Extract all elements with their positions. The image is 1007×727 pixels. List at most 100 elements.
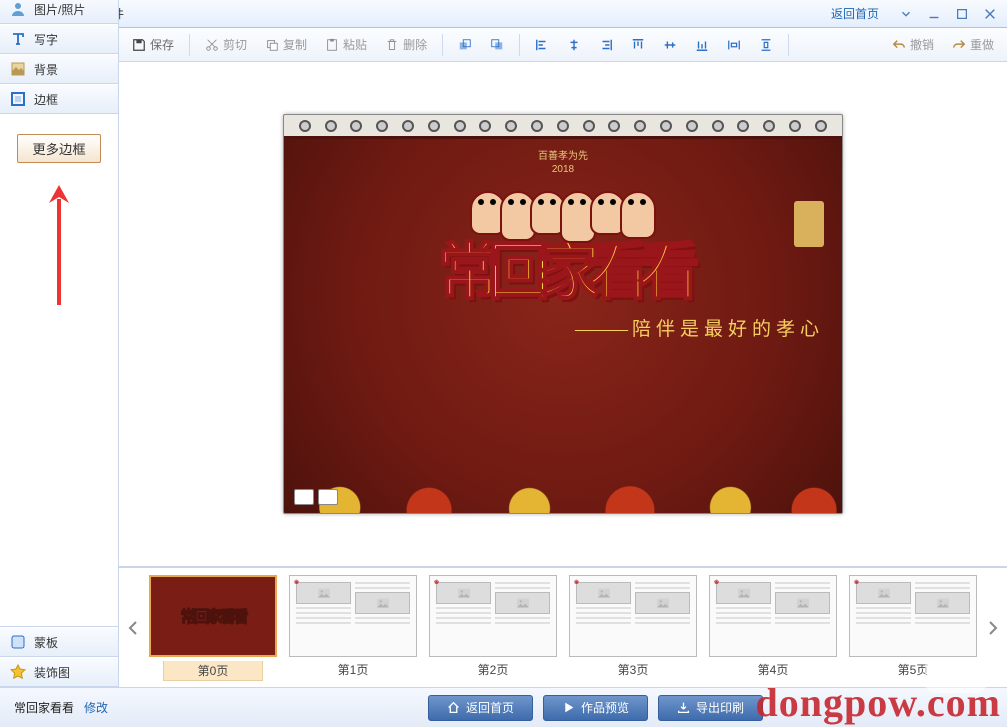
sidebar-item-label: 蒙板 bbox=[34, 634, 58, 651]
thumb-label: 第5页 bbox=[898, 661, 929, 678]
align-bottom-icon bbox=[695, 38, 709, 52]
play-icon bbox=[562, 701, 575, 714]
maximize-icon[interactable] bbox=[951, 4, 973, 24]
background-icon bbox=[10, 61, 26, 77]
align-top-button[interactable] bbox=[624, 32, 652, 58]
footer-preview-button[interactable]: 作品预览 bbox=[543, 695, 648, 721]
save-icon bbox=[132, 38, 146, 52]
paste-icon bbox=[325, 38, 339, 52]
align-hcenter-icon bbox=[567, 38, 581, 52]
copy-icon bbox=[265, 38, 279, 52]
align-vcenter-button[interactable] bbox=[656, 32, 684, 58]
thumb-label: 第0页 bbox=[163, 661, 264, 681]
sidebar-item-label: 图片/照片 bbox=[34, 1, 85, 18]
edit-project-link[interactable]: 修改 bbox=[84, 699, 108, 716]
dist-v-button[interactable] bbox=[752, 32, 780, 58]
page-thumb[interactable]: ❀ 第3页 bbox=[569, 575, 697, 681]
main-area: 保存 剪切 复制 粘贴 删除 撤销 重做 bbox=[119, 28, 1007, 687]
footer-export-button[interactable]: 导出印刷 bbox=[658, 695, 763, 721]
redo-icon bbox=[952, 38, 966, 52]
cut-button[interactable]: 剪切 bbox=[198, 32, 254, 58]
thumb-label: 第3页 bbox=[618, 661, 649, 678]
page-thumb[interactable]: ❀ 第2页 bbox=[429, 575, 557, 681]
bring-front-icon bbox=[458, 38, 472, 52]
sidebar-item-label: 背景 bbox=[34, 61, 58, 78]
canvas-viewport[interactable]: 百善孝为先 2018 常回家看看 ———陪伴是最好的孝心 bbox=[119, 62, 1007, 567]
page-thumb[interactable]: ❀ 第1页 bbox=[289, 575, 417, 681]
project-name: 常回家看看 bbox=[14, 699, 74, 716]
strip-prev-button[interactable] bbox=[123, 574, 143, 681]
thumb-page: ❀ bbox=[429, 575, 557, 657]
sidebar: 图片/照片 写字 背景 边框 更多边框 蒙板 装饰图 bbox=[0, 0, 119, 687]
text-icon bbox=[10, 31, 26, 47]
dist-v-icon bbox=[759, 38, 773, 52]
sidebar-item-photos[interactable]: 图片/照片 bbox=[0, 0, 118, 24]
thumb-label: 第2页 bbox=[478, 661, 509, 678]
window-menu-icon[interactable] bbox=[895, 4, 917, 24]
dist-h-icon bbox=[727, 38, 741, 52]
canvas-family-illustration bbox=[473, 191, 653, 243]
sidebar-item-label: 边框 bbox=[34, 91, 58, 108]
save-button[interactable]: 保存 bbox=[125, 32, 181, 58]
align-bottom-button[interactable] bbox=[688, 32, 716, 58]
undo-button[interactable]: 撤销 bbox=[885, 32, 941, 58]
align-top-icon bbox=[631, 38, 645, 52]
thumb-page: ❀ bbox=[569, 575, 697, 657]
close-icon[interactable] bbox=[979, 4, 1001, 24]
page-strip: 常回家看看第0页❀第1页❀第2页❀第3页❀第4页❀第5页 bbox=[119, 567, 1007, 687]
footer-home-button[interactable]: 返回首页 bbox=[428, 695, 533, 721]
align-left-button[interactable] bbox=[528, 32, 556, 58]
undo-icon bbox=[892, 38, 906, 52]
sidebar-item-decor[interactable]: 装饰图 bbox=[0, 657, 118, 687]
canvas-tool-overlay[interactable] bbox=[294, 489, 338, 505]
canvas-subline: ———陪伴是最好的孝心 bbox=[284, 314, 824, 341]
send-back-button[interactable] bbox=[483, 32, 511, 58]
thumb-label: 第4页 bbox=[758, 661, 789, 678]
page-canvas[interactable]: 百善孝为先 2018 常回家看看 ———陪伴是最好的孝心 bbox=[283, 114, 843, 514]
sidebar-panel-frame: 更多边框 bbox=[0, 114, 118, 627]
page-thumb[interactable]: 常回家看看第0页 bbox=[149, 575, 277, 681]
align-hcenter-button[interactable] bbox=[560, 32, 588, 58]
home-icon bbox=[447, 701, 460, 714]
align-vcenter-icon bbox=[663, 38, 677, 52]
thumb-page: ❀ bbox=[289, 575, 417, 657]
annotation-arrow-icon bbox=[47, 185, 71, 305]
cut-icon bbox=[205, 38, 219, 52]
thumb-page: ❀ bbox=[709, 575, 837, 657]
sidebar-item-text[interactable]: 写字 bbox=[0, 24, 118, 54]
thumb-page: ❀ bbox=[849, 575, 977, 657]
home-link[interactable]: 返回首页 bbox=[831, 5, 879, 22]
canvas-tag-icon bbox=[794, 201, 824, 247]
paste-button[interactable]: 粘贴 bbox=[318, 32, 374, 58]
canvas-headline: 常回家看看 bbox=[298, 245, 828, 302]
sidebar-item-mask[interactable]: 蒙板 bbox=[0, 627, 118, 657]
strip-next-button[interactable] bbox=[983, 574, 1003, 681]
align-left-icon bbox=[535, 38, 549, 52]
copy-button[interactable]: 复制 bbox=[258, 32, 314, 58]
send-back-icon bbox=[490, 38, 504, 52]
align-right-button[interactable] bbox=[592, 32, 620, 58]
calendar-binding bbox=[284, 115, 842, 139]
person-icon bbox=[10, 1, 26, 17]
more-frames-button[interactable]: 更多边框 bbox=[17, 134, 100, 163]
hand-tool-icon[interactable] bbox=[318, 489, 338, 505]
dist-h-button[interactable] bbox=[720, 32, 748, 58]
delete-button[interactable]: 删除 bbox=[378, 32, 434, 58]
page-thumb[interactable]: ❀ 第5页 bbox=[849, 575, 977, 681]
canvas-year: 2018 bbox=[284, 164, 842, 175]
sidebar-item-frame[interactable]: 边框 bbox=[0, 84, 118, 114]
bring-front-button[interactable] bbox=[451, 32, 479, 58]
export-icon bbox=[677, 701, 690, 714]
thumb-label: 第1页 bbox=[338, 661, 369, 678]
canvas-top-text: 百善孝为先 bbox=[284, 147, 842, 162]
page-thumb[interactable]: ❀ 第4页 bbox=[709, 575, 837, 681]
frame-icon bbox=[10, 91, 26, 107]
redo-button[interactable]: 重做 bbox=[945, 32, 1001, 58]
pointer-tool-icon[interactable] bbox=[294, 489, 314, 505]
canvas-flowers bbox=[284, 457, 842, 513]
sidebar-item-label: 装饰图 bbox=[34, 664, 70, 681]
thumb-cover: 常回家看看 bbox=[149, 575, 277, 657]
sidebar-item-label: 写字 bbox=[34, 31, 58, 48]
minimize-icon[interactable] bbox=[923, 4, 945, 24]
sidebar-item-background[interactable]: 背景 bbox=[0, 54, 118, 84]
